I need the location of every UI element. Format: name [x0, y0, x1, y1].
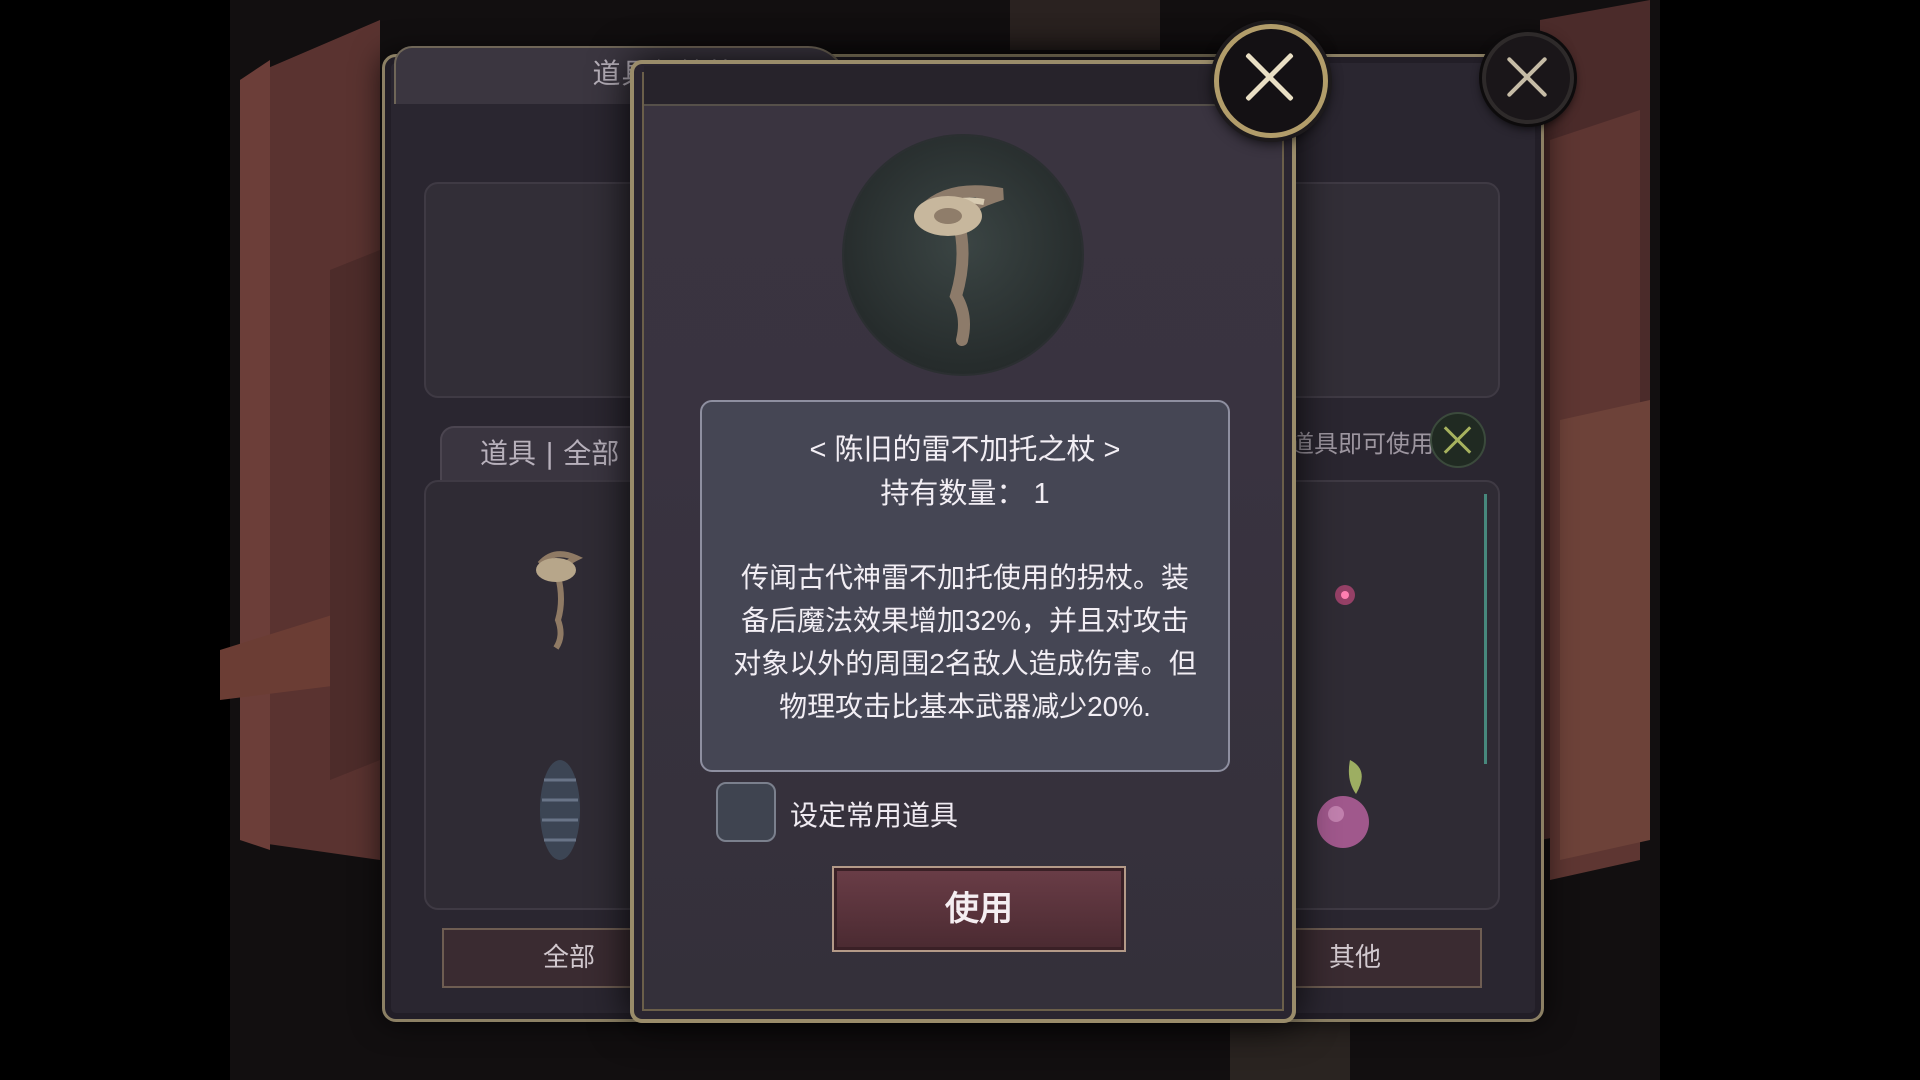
item-portrait	[844, 136, 1082, 374]
item-name: < 陈旧的雷不加托之杖 >	[809, 434, 1121, 466]
favorite-item-checkbox[interactable]	[716, 782, 776, 842]
inventory-category-label: 道具 | 全部	[480, 437, 620, 470]
fruit-item-icon[interactable]	[1310, 750, 1380, 860]
berry-item-icon[interactable]	[1320, 570, 1370, 620]
staff-item-icon[interactable]	[520, 540, 600, 660]
close-icon[interactable]	[1430, 412, 1486, 468]
dialog-header-bar	[644, 66, 1274, 106]
favorite-item-label: 设定常用道具	[790, 799, 959, 832]
item-description: 传闻古代神雷不加托使用的拐杖。装备后魔法效果增加32%，并且对攻击对象以外的周围…	[733, 562, 1197, 722]
use-button[interactable]: 使用	[832, 866, 1126, 952]
inventory-scrollbar[interactable]	[1484, 494, 1487, 764]
staff-item-icon	[914, 185, 1004, 346]
dialog-close-button[interactable]	[1214, 24, 1328, 138]
inventory-close-button[interactable]	[1482, 32, 1574, 124]
fish-item-icon[interactable]	[530, 750, 590, 870]
item-quantity: 持有数量： 1	[880, 478, 1050, 510]
